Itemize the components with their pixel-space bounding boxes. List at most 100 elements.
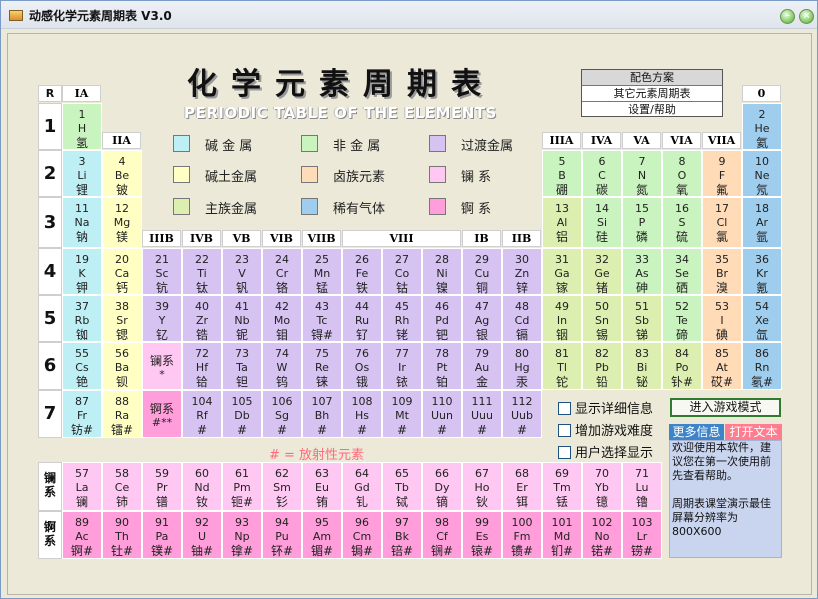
element-cell[interactable]: 69 Tm 铥 bbox=[542, 462, 582, 511]
element-cell[interactable]: 3 Li 锂 bbox=[62, 150, 102, 197]
element-cell[interactable]: 39 Y 钇 bbox=[142, 295, 182, 342]
element-cell[interactable]: 18 Ar 氩 bbox=[742, 197, 782, 248]
element-cell[interactable]: 44 Ru 钌 bbox=[342, 295, 382, 342]
element-cell[interactable]: 92 U 铀# bbox=[182, 511, 222, 559]
element-cell[interactable]: 52 Te 碲 bbox=[662, 295, 702, 342]
element-cell[interactable]: 33 As 砷 bbox=[622, 248, 662, 295]
element-cell[interactable]: 43 Tc 锝# bbox=[302, 295, 342, 342]
tab-open-text[interactable]: 打开文本 bbox=[725, 424, 782, 440]
element-cell[interactable]: 71 Lu 镥 bbox=[622, 462, 662, 511]
element-cell[interactable]: 108 Hs # bbox=[342, 390, 382, 438]
element-cell[interactable]: 22 Ti 钛 bbox=[182, 248, 222, 295]
element-cell[interactable]: 102 No 锘# bbox=[582, 511, 622, 559]
user-select-checkbox[interactable]: 用户选择显示 bbox=[558, 442, 653, 461]
element-cell[interactable]: 57 La 镧 bbox=[62, 462, 102, 511]
element-cell[interactable]: 47 Ag 银 bbox=[462, 295, 502, 342]
element-cell[interactable]: 15 P 磷 bbox=[622, 197, 662, 248]
element-cell[interactable]: 5B硼 bbox=[542, 150, 582, 197]
element-cell[interactable]: 29 Cu 铜 bbox=[462, 248, 502, 295]
element-cell[interactable]: 31 Ga 镓 bbox=[542, 248, 582, 295]
element-cell[interactable]: 30 Zn 锌 bbox=[502, 248, 542, 295]
element-cell[interactable]: 53 I 碘 bbox=[702, 295, 742, 342]
element-cell[interactable]: 94 Pu 钚# bbox=[262, 511, 302, 559]
element-cell[interactable]: 13 Al 铝 bbox=[542, 197, 582, 248]
element-cell[interactable]: 28 Ni 镍 bbox=[422, 248, 462, 295]
element-cell[interactable]: 59 Pr 镨 bbox=[142, 462, 182, 511]
element-cell[interactable]: 85 At 砹# bbox=[702, 342, 742, 390]
element-cell[interactable]: 88 Ra 镭# bbox=[102, 390, 142, 438]
difficulty-checkbox[interactable]: 增加游戏难度 bbox=[558, 420, 653, 439]
element-cell[interactable]: 35 Br 溴 bbox=[702, 248, 742, 295]
element-cell[interactable]: 50 Sn 锡 bbox=[582, 295, 622, 342]
element-cell[interactable]: 24 Cr 铬 bbox=[262, 248, 302, 295]
element-cell[interactable]: 镧系 * bbox=[142, 342, 182, 390]
element-cell[interactable]: 23 V 钒 bbox=[222, 248, 262, 295]
element-cell[interactable]: 79 Au 金 bbox=[462, 342, 502, 390]
element-cell[interactable]: 26 Fe 铁 bbox=[342, 248, 382, 295]
element-cell[interactable]: 20 Ca 钙 bbox=[102, 248, 142, 295]
element-cell[interactable]: 83 Bi 铋 bbox=[622, 342, 662, 390]
show-details-checkbox[interactable]: 显示详细信息 bbox=[558, 398, 653, 417]
element-cell[interactable]: 34 Se 硒 bbox=[662, 248, 702, 295]
other-tables-button[interactable]: 其它元素周期表 bbox=[582, 86, 722, 102]
element-cell[interactable]: 107 Bh # bbox=[302, 390, 342, 438]
tab-more-info[interactable]: 更多信息 bbox=[669, 424, 724, 440]
element-cell[interactable]: 81 Tl 铊 bbox=[542, 342, 582, 390]
element-cell[interactable]: 42 Mo 钼 bbox=[262, 295, 302, 342]
element-cell[interactable]: 109 Mt # bbox=[382, 390, 422, 438]
element-cell[interactable]: 32 Ge 锗 bbox=[582, 248, 622, 295]
element-cell[interactable]: 17 Cl 氯 bbox=[702, 197, 742, 248]
element-cell[interactable]: 66 Dy 镝 bbox=[422, 462, 462, 511]
element-cell[interactable]: 89 Ac 锕# bbox=[62, 511, 102, 559]
element-cell[interactable]: 84 Po 钋# bbox=[662, 342, 702, 390]
element-cell[interactable]: 77 Ir 铱 bbox=[382, 342, 422, 390]
element-cell[interactable]: 78 Pt 铂 bbox=[422, 342, 462, 390]
element-cell[interactable]: 10 Ne 氖 bbox=[742, 150, 782, 197]
element-cell[interactable]: 110 Uun # bbox=[422, 390, 462, 438]
element-cell[interactable]: 46 Pd 钯 bbox=[422, 295, 462, 342]
element-cell[interactable]: 87 Fr 钫# bbox=[62, 390, 102, 438]
element-cell[interactable]: 7N氮 bbox=[622, 150, 662, 197]
element-cell[interactable]: 112 Uub # bbox=[502, 390, 542, 438]
element-cell[interactable]: 25 Mn 锰 bbox=[302, 248, 342, 295]
element-cell[interactable]: 48 Cd 镉 bbox=[502, 295, 542, 342]
element-cell[interactable]: 70 Yb 镱 bbox=[582, 462, 622, 511]
element-cell[interactable]: 76 Os 锇 bbox=[342, 342, 382, 390]
element-cell[interactable]: 36 Kr 氪 bbox=[742, 248, 782, 295]
checkbox-box[interactable] bbox=[558, 402, 571, 415]
element-cell[interactable]: 86 Rn 氡# bbox=[742, 342, 782, 390]
title-bar[interactable]: 动感化学元素周期表 V3.0 – × bbox=[1, 1, 817, 29]
element-cell[interactable]: 11 Na 钠 bbox=[62, 197, 102, 248]
element-cell[interactable]: 67 Ho 钬 bbox=[462, 462, 502, 511]
element-cell[interactable]: 21 Sc 钪 bbox=[142, 248, 182, 295]
element-cell[interactable]: 60 Nd 钕 bbox=[182, 462, 222, 511]
element-cell[interactable]: 99 Es 锿# bbox=[462, 511, 502, 559]
checkbox-box[interactable] bbox=[558, 424, 571, 437]
element-cell[interactable]: 63 Eu 铕 bbox=[302, 462, 342, 511]
element-cell[interactable]: 8O氧 bbox=[662, 150, 702, 197]
element-cell[interactable]: 105 Db # bbox=[222, 390, 262, 438]
element-cell[interactable]: 4 Be 铍 bbox=[102, 150, 142, 197]
element-cell[interactable]: 1H氢 bbox=[62, 103, 102, 150]
element-cell[interactable]: 56 Ba 钡 bbox=[102, 342, 142, 390]
element-cell[interactable]: 90 Th 钍# bbox=[102, 511, 142, 559]
element-cell[interactable]: 65 Tb 铽 bbox=[382, 462, 422, 511]
element-cell[interactable]: 96 Cm 锔# bbox=[342, 511, 382, 559]
checkbox-box[interactable] bbox=[558, 446, 571, 459]
element-cell[interactable]: 38 Sr 锶 bbox=[102, 295, 142, 342]
element-cell[interactable]: 27 Co 钴 bbox=[382, 248, 422, 295]
element-cell[interactable]: 95 Am 镅# bbox=[302, 511, 342, 559]
element-cell[interactable]: 6C碳 bbox=[582, 150, 622, 197]
element-cell[interactable]: 61 Pm 钷# bbox=[222, 462, 262, 511]
element-cell[interactable]: 12 Mg 镁 bbox=[102, 197, 142, 248]
element-cell[interactable]: 16 S 硫 bbox=[662, 197, 702, 248]
element-cell[interactable]: 75 Re 铼 bbox=[302, 342, 342, 390]
element-cell[interactable]: 49 In 铟 bbox=[542, 295, 582, 342]
element-cell[interactable]: 72 Hf 铪 bbox=[182, 342, 222, 390]
settings-help-button[interactable]: 设置/帮助 bbox=[582, 102, 722, 118]
element-cell[interactable]: 锕系 #** bbox=[142, 390, 182, 438]
element-cell[interactable]: 45 Rh 铑 bbox=[382, 295, 422, 342]
element-cell[interactable]: 91 Pa 镤# bbox=[142, 511, 182, 559]
game-mode-button[interactable]: 进入游戏模式 bbox=[670, 398, 781, 417]
element-cell[interactable]: 58 Ce 铈 bbox=[102, 462, 142, 511]
